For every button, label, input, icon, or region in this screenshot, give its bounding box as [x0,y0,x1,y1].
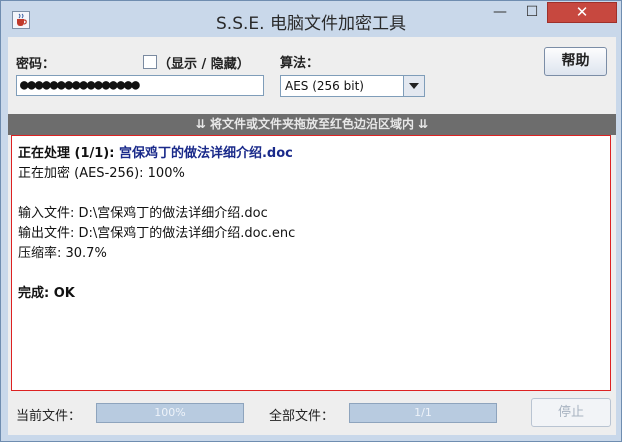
help-button[interactable]: 帮助 [544,47,607,76]
drop-log-area[interactable]: 正在处理 (1/1): 宫保鸡丁的做法详细介绍.doc 正在加密 (AES-25… [11,135,611,391]
log-line-blank [18,264,604,284]
show-password-checkbox[interactable] [143,55,157,69]
dropdown-arrow-button[interactable] [403,76,424,96]
log-line-done: 完成: OK [18,286,75,301]
log-line-processing: 正在处理 (1/1): 宫保鸡丁的做法详细介绍.doc [18,144,604,164]
maximize-button[interactable]: ☐ [518,2,546,23]
close-button[interactable]: ✕ [547,2,617,23]
processing-prefix: 正在处理 (1/1): [18,146,119,161]
log-line-input-file: 输入文件: D:\宫保鸡丁的做法详细介绍.doc [18,206,268,221]
main-panel: 密码： （显示 / 隐藏） 算法： ●●●●●●●●●●●●●●●● AES (… [8,37,616,435]
minimize-button[interactable]: — [487,2,513,23]
current-file-progress-bar: 100% [96,403,244,423]
title-bar[interactable]: S.S.E. 电脑文件加密工具 — ☐ ✕ [1,1,621,37]
password-input[interactable]: ●●●●●●●●●●●●●●●● [16,75,264,96]
log-line-compression: 压缩率: 30.7% [18,246,107,261]
all-files-label: 全部文件： [269,409,335,424]
stop-button[interactable]: 停止 [531,398,611,427]
log-line-output-file: 输出文件: D:\宫保鸡丁的做法详细介绍.doc.enc [18,226,296,241]
algorithm-selected-value: AES (256 bit) [285,79,364,93]
current-file-label: 当前文件： [16,409,82,424]
all-files-progress-bar: 1/1 [349,403,497,423]
dropzone-instruction-bar: ⇊ 将文件或文件夹拖放至红色边沿区域内 ⇊ [8,114,616,135]
chevron-down-icon [409,83,419,89]
algorithm-label: 算法： [280,56,320,71]
algorithm-select[interactable]: AES (256 bit) [280,75,425,97]
log-line-blank [18,184,604,204]
show-hide-label[interactable]: （显示 / 隐藏） [158,53,250,72]
password-label: 密码： [16,57,56,72]
log-line-encrypting: 正在加密 (AES-256): 100% [18,166,185,181]
processing-filename: 宫保鸡丁的做法详细介绍.doc [118,146,293,161]
app-window: S.S.E. 电脑文件加密工具 — ☐ ✕ 密码： （显示 / 隐藏） 算法： … [0,0,622,442]
